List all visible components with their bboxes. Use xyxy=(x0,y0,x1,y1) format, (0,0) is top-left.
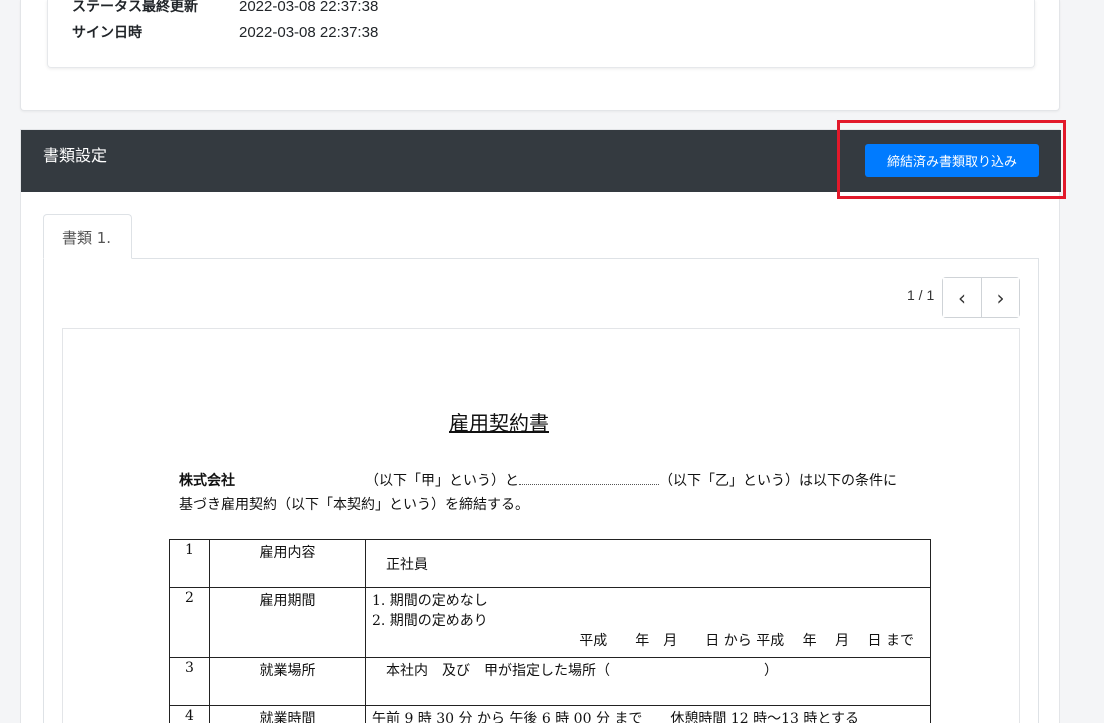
status-updated-label: ステータス最終更新 xyxy=(72,0,198,15)
chevron-left-icon[interactable]: ‹ xyxy=(943,278,981,317)
intro-line-2: 基づき雇用契約（以下「本契約」という）を締結する。 xyxy=(179,497,529,513)
table-row: 4 就業時間 午前 9 時 30 分 から 午後 6 時 00 分 まで 休憩時… xyxy=(169,705,931,723)
row-detail: 1. 期間の定めなし 2. 期間の定めあり 平成 年 月 日 から 平成 年 月… xyxy=(365,587,931,658)
table-row: 3 就業場所 本社内 及び 甲が指定した場所（ ） xyxy=(169,657,931,706)
tab-document-1[interactable]: 書類 1. xyxy=(43,214,132,259)
document-preview: 雇用契約書 株式会社 （以下「甲」という）と （以下「乙」という）は以下の条件に 基… xyxy=(62,328,1020,723)
intro-part-2: （以下「乙」という）は以下の条件に xyxy=(659,473,897,489)
document-intro: 株式会社 （以下「甲」という）と （以下「乙」という）は以下の条件に 基づき雇用契約… xyxy=(179,469,939,517)
table-row: 2 雇用期間 1. 期間の定めなし 2. 期間の定めあり 平成 年 月 日 から… xyxy=(169,587,931,658)
row-number: 4 xyxy=(169,705,210,723)
row-item: 就業場所 xyxy=(209,657,366,706)
status-card: ステータス最終更新 2022-03-08 22:37:38 サイン日時 2022… xyxy=(20,0,1060,111)
row-number: 3 xyxy=(169,657,210,706)
pager: ‹ › xyxy=(942,277,1020,318)
signed-label: サイン日時 xyxy=(72,25,142,41)
row-number: 2 xyxy=(169,587,210,658)
row-detail: 午前 9 時 30 分 から 午後 6 時 00 分 まで 休憩時間 12 時～… xyxy=(365,705,931,723)
signed-row: サイン日時 2022-03-08 22:37:38 xyxy=(72,24,378,42)
intro-part-1: （以下「甲」という）と xyxy=(365,473,519,489)
company-name: 株式会社 xyxy=(179,473,235,489)
page-indicator: 1 / 1 xyxy=(907,287,935,303)
panel-header: 書類設定 締結済み書類取り込み xyxy=(21,130,1061,192)
chevron-right-icon[interactable]: › xyxy=(980,278,1019,317)
row-detail: 本社内 及び 甲が指定した場所（ ） xyxy=(365,657,931,706)
document-title: 雇用契約書 xyxy=(449,411,549,435)
row-number: 1 xyxy=(169,539,210,588)
row-item: 雇用内容 xyxy=(209,539,366,588)
table-row: 1 雇用内容 正社員 xyxy=(169,539,931,588)
status-updated-value: 2022-03-08 22:37:38 xyxy=(239,0,379,15)
status-updated-row: ステータス最終更新 2022-03-08 22:37:38 xyxy=(72,0,378,16)
terms-table: 1 雇用内容 正社員 2 雇用期間 1. 期間の定めなし 2. 期間の定めあり … xyxy=(169,539,931,723)
document-settings-panel: 書類設定 締結済み書類取り込み 書類 1. 1 / 1 ‹ › 雇用契約書 株式… xyxy=(20,129,1061,723)
row-item: 雇用期間 xyxy=(209,587,366,658)
panel-title: 書類設定 xyxy=(43,146,108,165)
row-detail: 正社員 xyxy=(365,539,931,588)
row-item: 就業時間 xyxy=(209,705,366,723)
info-box: ステータス最終更新 2022-03-08 22:37:38 サイン日時 2022… xyxy=(47,0,1035,68)
signed-value: 2022-03-08 22:37:38 xyxy=(239,24,379,41)
import-signed-documents-button[interactable]: 締結済み書類取り込み xyxy=(865,144,1039,177)
